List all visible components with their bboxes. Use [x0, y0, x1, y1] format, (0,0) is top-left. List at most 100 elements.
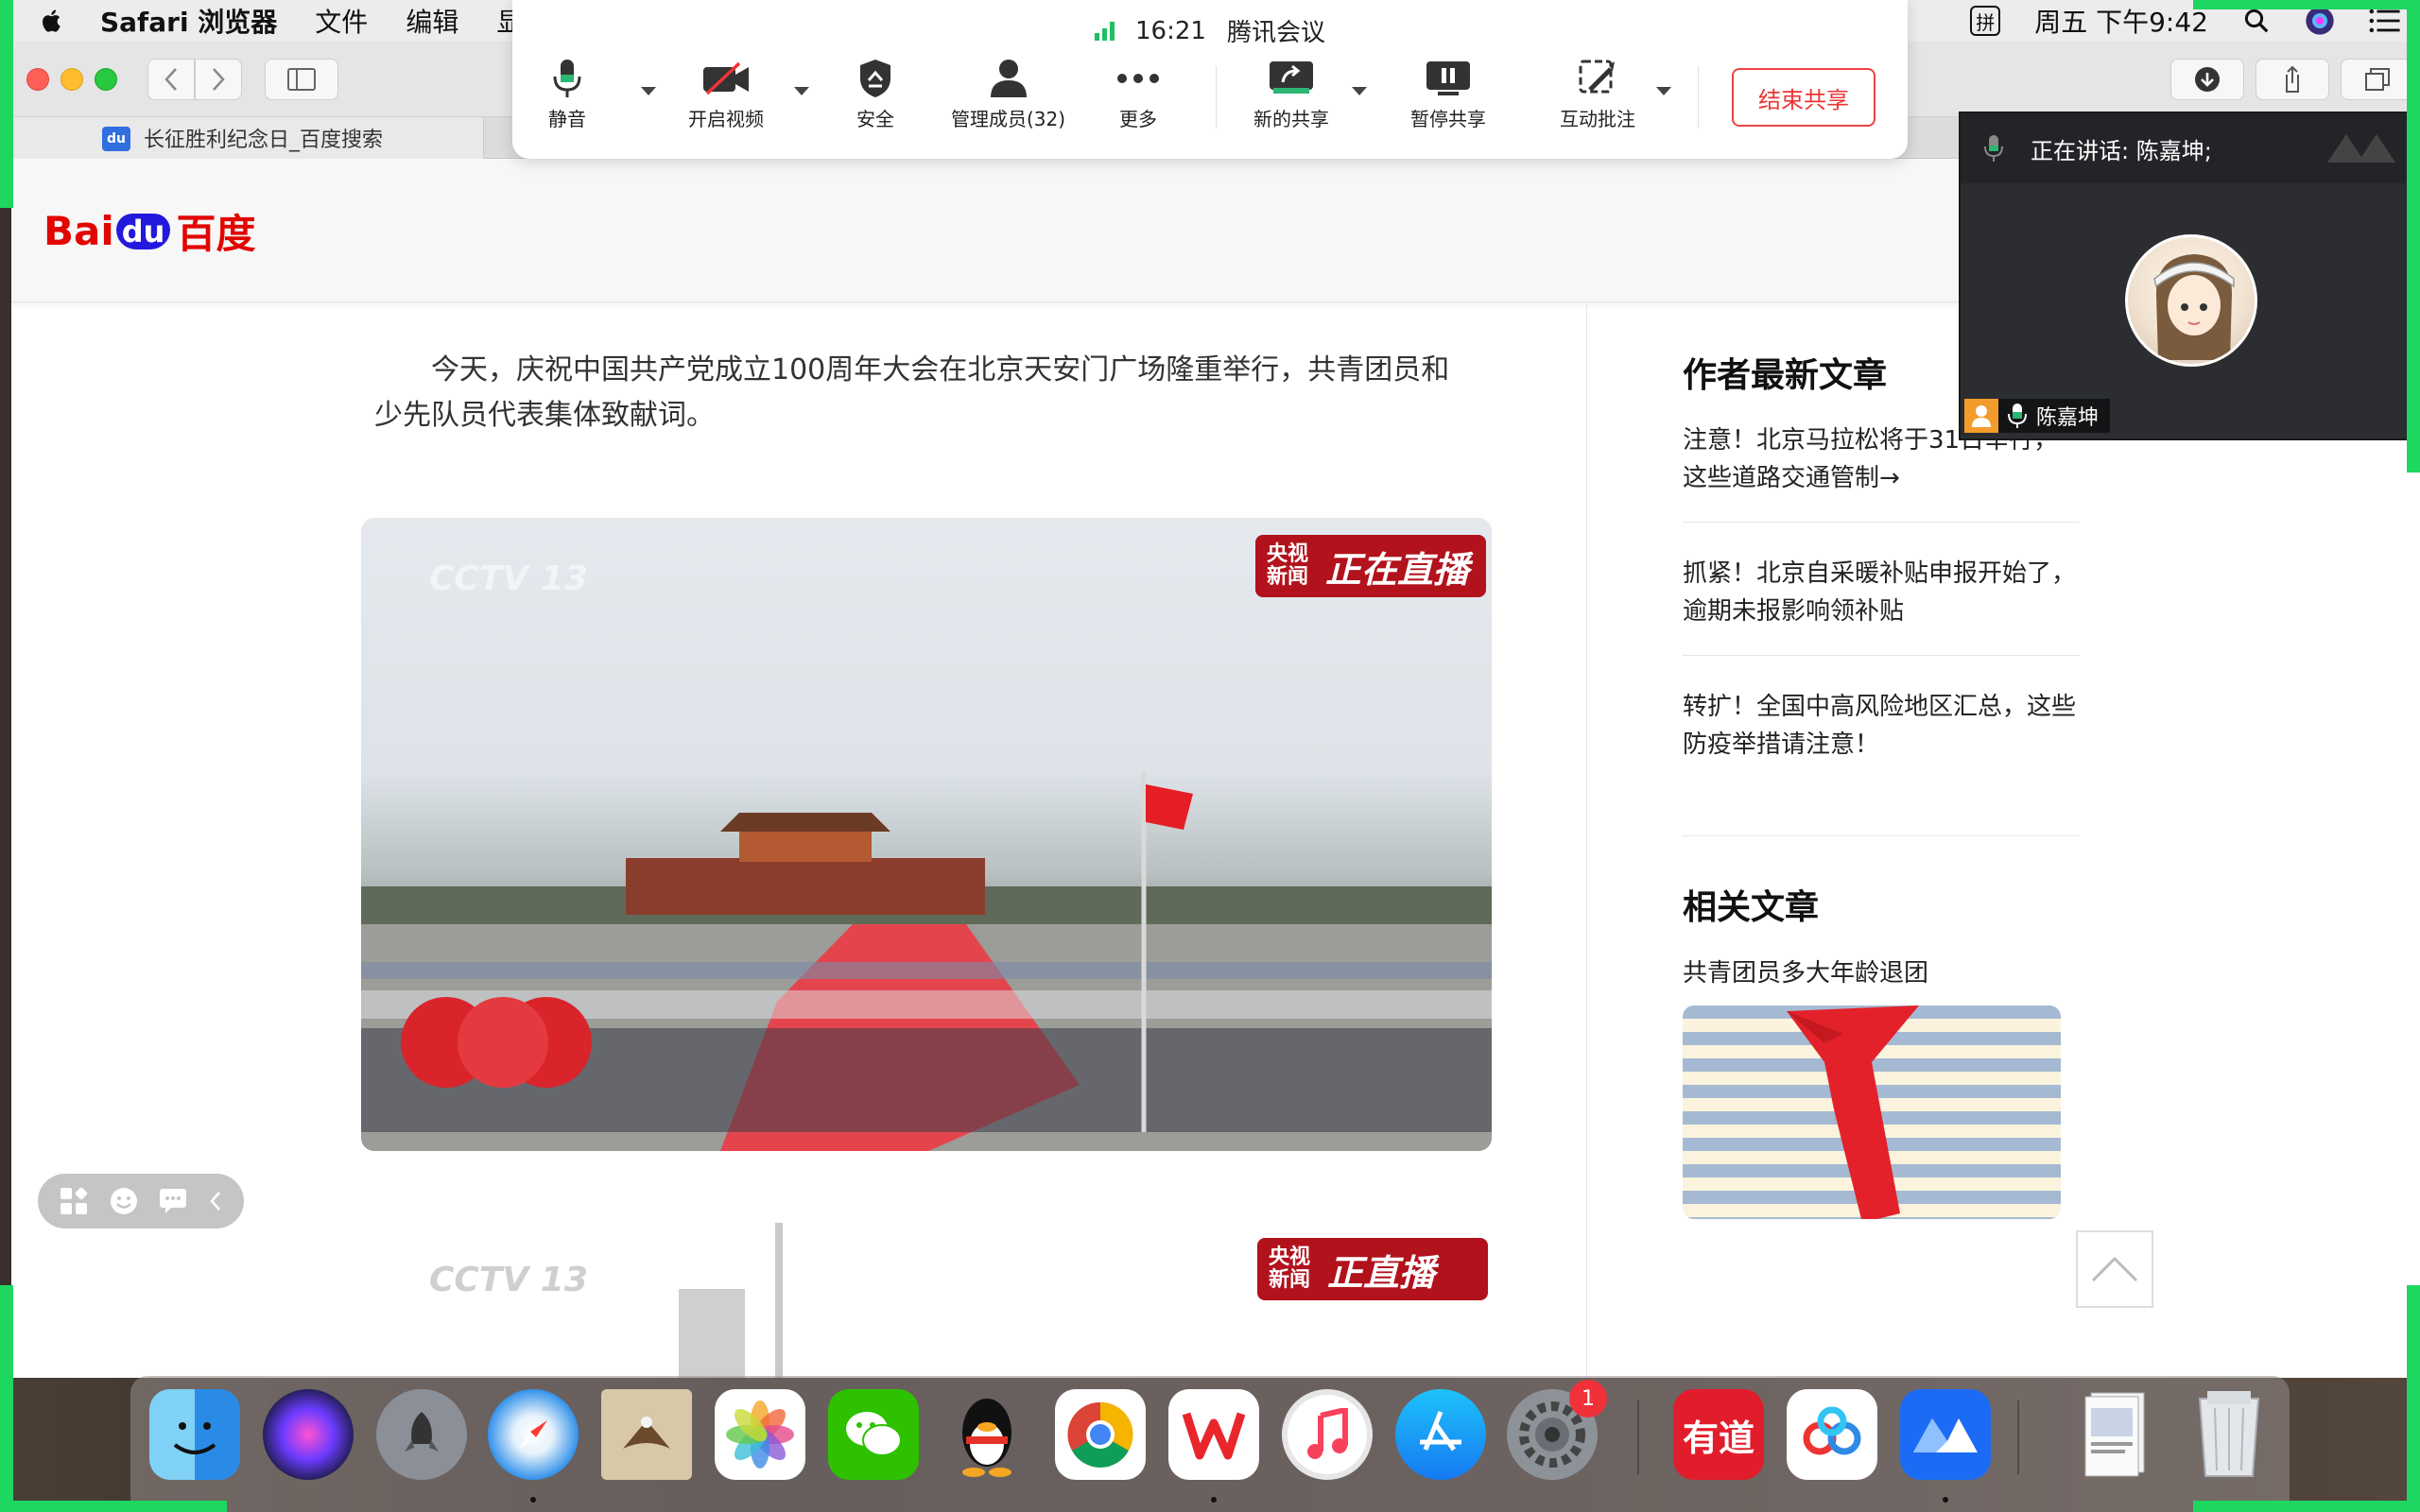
menu-app-name[interactable]: Safari 浏览器 — [100, 2, 277, 40]
close-window-button[interactable] — [26, 68, 49, 91]
siri-icon[interactable] — [2305, 6, 2335, 36]
share-border-bottom-right-h — [2193, 1501, 2420, 1512]
article-video-tiananmen[interactable]: CCTV 13 央视新闻 正在直播 — [361, 518, 1492, 1151]
safari-app-icon[interactable] — [488, 1389, 579, 1480]
end-share-button[interactable]: 结束共享 — [1732, 68, 1876, 127]
pause-share-button[interactable]: 暂停共享 — [1410, 57, 1486, 131]
new-share-button[interactable]: 新的共享 — [1253, 57, 1329, 131]
running-indicator — [1211, 1497, 1217, 1503]
notification-center-icon[interactable] — [2369, 7, 2401, 35]
collapse-chevron-icon[interactable] — [208, 1190, 223, 1212]
download-icon — [2195, 67, 2220, 92]
shield-icon — [860, 60, 890, 97]
tencent-meeting-icon[interactable] — [1900, 1389, 1991, 1480]
back-button[interactable] — [147, 59, 195, 100]
video-options-caret[interactable] — [794, 87, 809, 95]
sidebar-toggle-button[interactable] — [265, 59, 338, 100]
menubar-clock[interactable]: 周五 下午9:42 — [2034, 2, 2208, 40]
tencent-meeting-logo-icon — [2327, 134, 2395, 163]
active-speaker-panel[interactable]: 正在讲话: 陈嘉坤; 陈嘉坤 — [1959, 112, 2420, 440]
apps-grid-icon[interactable] — [59, 1186, 89, 1216]
youdao-icon[interactable]: 有道 — [1673, 1389, 1764, 1480]
tab-title: 长征胜利纪念日_百度搜索 — [144, 129, 384, 152]
share-border-bottom-left — [0, 1285, 13, 1512]
toolbar-separator — [1216, 66, 1217, 129]
photos-icon[interactable] — [715, 1389, 805, 1480]
system-preferences-icon[interactable]: 1 — [1507, 1380, 1607, 1480]
pause-share-icon — [1426, 61, 1470, 95]
live-badge: 央视新闻 正在直播 — [1255, 535, 1486, 597]
app-store-icon[interactable] — [1395, 1389, 1486, 1480]
tabs-overview-button[interactable] — [2341, 59, 2414, 100]
spotlight-search-icon[interactable] — [2242, 7, 2271, 35]
finder-icon[interactable] — [149, 1389, 240, 1480]
baidu-netdisk-icon[interactable] — [1787, 1389, 1877, 1480]
mute-options-caret[interactable] — [641, 87, 656, 95]
siri-app-icon[interactable] — [263, 1389, 354, 1480]
music-icon[interactable] — [1282, 1389, 1373, 1480]
article-video-second[interactable]: CCTV 13 央视新闻 正直播 — [361, 1223, 1492, 1383]
related-article-image[interactable] — [1683, 1005, 2061, 1219]
monument — [679, 1289, 745, 1383]
manage-members-button[interactable]: 管理成员(32) — [951, 57, 1065, 131]
baidu-paw-icon: du — [102, 127, 130, 151]
share-button[interactable] — [2256, 59, 2329, 100]
minimize-window-button[interactable] — [60, 68, 83, 91]
apple-icon[interactable] — [38, 7, 66, 35]
share-border-bottom-right — [2407, 1285, 2420, 1512]
share-options-caret[interactable] — [1352, 87, 1367, 95]
forward-button[interactable] — [195, 59, 242, 100]
tab-baidu-search[interactable]: du 长征胜利纪念日_百度搜索 — [11, 117, 484, 159]
red-scarf-image — [1787, 1005, 1919, 1219]
downloads-button[interactable] — [2170, 59, 2244, 100]
network-signal-icon — [1095, 21, 1115, 41]
live-badge-cctv-news-2: 央视新闻 — [1269, 1246, 1311, 1292]
running-indicator — [1943, 1497, 1948, 1503]
speaker-panel-header: 正在讲话: 陈嘉坤; — [1961, 113, 2418, 183]
dock-separator — [2017, 1400, 2019, 1474]
speaker-name: 陈嘉坤 — [2036, 406, 2100, 430]
wechat-icon[interactable] — [828, 1389, 919, 1480]
comment-icon[interactable] — [158, 1187, 188, 1215]
mute-button[interactable]: 静音 — [541, 57, 594, 131]
launchpad-icon[interactable] — [376, 1389, 467, 1480]
share-border-bottom-left-h — [0, 1501, 227, 1512]
annotate-options-caret[interactable] — [1656, 87, 1671, 95]
toolbar-separator — [1698, 66, 1699, 129]
share-border-top-left — [0, 0, 13, 208]
article-sidebar: 作者最新文章 注意！北京马拉松将于31日举行，这些道路交通管制→ 抓紧！北京自采… — [1683, 348, 2080, 1219]
related-article-title[interactable]: 共青团员多大年龄退团 — [1683, 954, 2080, 988]
sidebar-icon — [287, 68, 316, 91]
more-button[interactable]: 更多 — [1112, 57, 1165, 131]
mail-eagle-icon[interactable] — [601, 1389, 692, 1480]
documents-stack-icon[interactable] — [2068, 1389, 2159, 1480]
back-to-top-button[interactable] — [2076, 1230, 2153, 1308]
chrome-icon[interactable] — [1055, 1389, 1146, 1480]
menu-edit[interactable]: 编辑 — [406, 2, 458, 40]
zoom-window-button[interactable] — [95, 68, 117, 91]
share-border-top-right-h — [2193, 0, 2420, 9]
annotate-button[interactable]: 互动批注 — [1560, 57, 1635, 131]
dock-separator — [1637, 1400, 1639, 1474]
security-button[interactable]: 安全 — [849, 57, 902, 131]
trash-icon[interactable] — [2184, 1389, 2274, 1480]
menu-file[interactable]: 文件 — [315, 2, 368, 40]
wps-icon[interactable] — [1168, 1389, 1259, 1480]
speaker-avatar — [2125, 234, 2257, 367]
cctv-watermark: CCTV 13 — [429, 559, 588, 598]
qq-penguin-icon[interactable] — [942, 1389, 1032, 1480]
chevron-left-icon — [164, 68, 177, 91]
meeting-time: 16:21 — [1135, 16, 1206, 45]
latest-article-item[interactable]: 转扩！全国中高风险地区汇总，这些防疫举措请注意！ — [1683, 688, 2080, 836]
macos-dock: 1 有道 — [130, 1376, 2290, 1512]
annotation-pen-icon — [1579, 60, 1615, 94]
chevron-up-icon — [2091, 1256, 2138, 1282]
start-video-button[interactable]: 开启视频 — [688, 57, 764, 131]
emoji-icon[interactable] — [109, 1186, 139, 1216]
latest-article-item[interactable]: 抓紧！北京自采暖补贴申报开始了，逾期未报影响领补贴 — [1683, 555, 2080, 656]
logo-bai: Bai — [43, 208, 114, 254]
baidu-logo[interactable]: Bai du 百度 — [43, 202, 255, 260]
input-method-icon[interactable]: 拼 — [1970, 6, 2001, 36]
speaking-now-text: 正在讲话: 陈嘉坤; — [2031, 137, 2212, 164]
more-dots-icon — [1117, 74, 1159, 83]
